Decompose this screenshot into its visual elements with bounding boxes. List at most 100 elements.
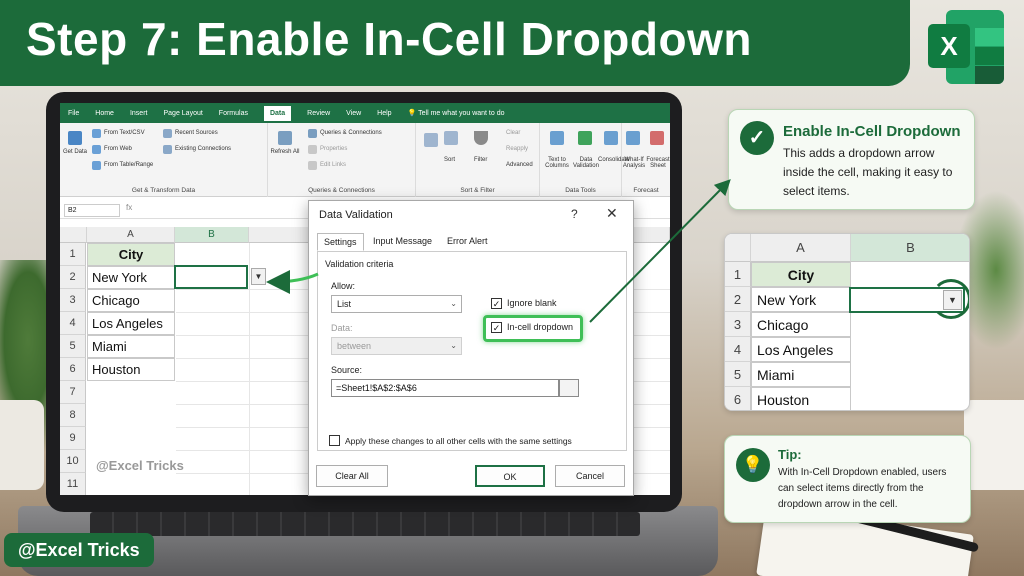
tab-data[interactable]: Data bbox=[263, 105, 292, 121]
row-header-6[interactable]: 6 bbox=[60, 358, 86, 381]
from-table-range-button[interactable]: From Table/Range bbox=[104, 162, 153, 168]
group-data-tools: Text to Columns Data Validation Consolid… bbox=[540, 123, 630, 197]
source-input[interactable]: =Sheet1!$A$2:$A$6 bbox=[331, 379, 559, 397]
clear-button[interactable]: Clear bbox=[506, 130, 520, 136]
group-queries: Refresh All Queries & Connections Proper… bbox=[268, 123, 416, 197]
column-header-a[interactable]: A bbox=[87, 227, 175, 243]
text-to-columns-button[interactable]: Text to Columns bbox=[540, 157, 574, 169]
from-web-button[interactable]: From Web bbox=[104, 146, 132, 152]
zoomed-sheet-preview: A B 1 2 3 4 5 6 City New York Chicago Lo… bbox=[724, 233, 970, 411]
help-icon[interactable]: ? bbox=[571, 207, 578, 221]
sort-button[interactable]: Sort bbox=[444, 157, 455, 163]
get-data-button[interactable]: Get Data bbox=[62, 149, 88, 155]
web-icon bbox=[92, 145, 101, 154]
existing-connections-button[interactable]: Existing Connections bbox=[175, 146, 231, 152]
validation-criteria-label: Validation criteria bbox=[325, 259, 394, 269]
tab-home[interactable]: Home bbox=[95, 110, 114, 117]
tab-help[interactable]: Help bbox=[377, 110, 391, 117]
data-validation-icon bbox=[578, 131, 592, 145]
mini-cell-a3: Chicago bbox=[751, 312, 851, 337]
data-validation-button[interactable]: Data Validation bbox=[572, 157, 600, 169]
advanced-button[interactable]: Advanced bbox=[506, 162, 533, 168]
row-header-1[interactable]: 1 bbox=[60, 243, 86, 266]
mini-row-4: 4 bbox=[725, 337, 751, 362]
row-header-8[interactable]: 8 bbox=[60, 404, 86, 427]
group-label-sort-filter: Sort & Filter bbox=[460, 187, 495, 194]
cell-b2-selected[interactable] bbox=[174, 265, 248, 289]
tell-me-label: Tell me what you want to do bbox=[418, 110, 505, 117]
clear-all-button[interactable]: Clear All bbox=[316, 465, 388, 487]
data-validation-dialog: Data Validation ? ✕ Settings Input Messa… bbox=[308, 200, 634, 496]
tab-insert[interactable]: Insert bbox=[130, 110, 148, 117]
filter-button[interactable]: Filter bbox=[474, 157, 487, 163]
select-all-corner[interactable] bbox=[60, 227, 87, 243]
fx-icon[interactable]: fx bbox=[126, 203, 132, 212]
apply-all-checkbox[interactable] bbox=[329, 435, 340, 446]
apply-all-label: Apply these changes to all other cells w… bbox=[345, 436, 572, 446]
close-icon[interactable]: ✕ bbox=[606, 205, 618, 222]
cancel-button[interactable]: Cancel bbox=[555, 465, 625, 487]
allow-label: Allow: bbox=[331, 281, 356, 291]
row-header-10[interactable]: 10 bbox=[60, 450, 86, 473]
row-header-5[interactable]: 5 bbox=[60, 335, 86, 358]
row-header-9[interactable]: 9 bbox=[60, 427, 86, 450]
data-label: Data: bbox=[331, 323, 353, 333]
tip-title: Tip: bbox=[778, 447, 802, 462]
refresh-all-button[interactable]: Refresh All bbox=[270, 149, 300, 155]
column-header-b[interactable]: B bbox=[175, 227, 249, 243]
tab-review[interactable]: Review bbox=[307, 110, 330, 117]
cell-a1-header[interactable]: City bbox=[87, 243, 175, 266]
row-header-4[interactable]: 4 bbox=[60, 312, 86, 335]
what-if-button[interactable]: What-If Analysis bbox=[622, 157, 646, 169]
recent-sources-button[interactable]: Recent Sources bbox=[175, 130, 218, 136]
name-box[interactable]: B2 bbox=[64, 204, 120, 217]
cell-a3[interactable]: Chicago bbox=[87, 289, 175, 312]
tab-page-layout[interactable]: Page Layout bbox=[163, 110, 202, 117]
forecast-sheet-button[interactable]: Forecast Sheet bbox=[646, 157, 670, 169]
dropdown-arrow-button[interactable]: ▼ bbox=[251, 268, 266, 285]
laptop-keyboard bbox=[90, 512, 640, 536]
what-if-icon bbox=[626, 131, 640, 145]
cell-a5[interactable]: Miami bbox=[87, 335, 175, 358]
sort-icon bbox=[444, 131, 458, 145]
row-header-11[interactable]: 11 bbox=[60, 473, 86, 495]
mini-cell-a4: Los Angeles bbox=[751, 337, 851, 362]
mini-row-1: 1 bbox=[725, 262, 751, 287]
tab-view[interactable]: View bbox=[346, 110, 361, 117]
reapply-button[interactable]: Reapply bbox=[506, 146, 528, 152]
from-text-csv-button[interactable]: From Text/CSV bbox=[104, 130, 145, 136]
properties-button[interactable]: Properties bbox=[320, 146, 347, 152]
filter-icon bbox=[474, 131, 488, 145]
consolidate-icon bbox=[604, 131, 618, 145]
tab-settings[interactable]: Settings bbox=[317, 233, 364, 251]
coffee-mug bbox=[964, 400, 1024, 490]
group-forecast: What-If Analysis Forecast Sheet Forecast bbox=[622, 123, 670, 197]
group-get-transform: Get Data From Text/CSV From Web From Tab… bbox=[60, 123, 268, 197]
cell-a6[interactable]: Houston bbox=[87, 358, 175, 381]
cell-a4[interactable]: Los Angeles bbox=[87, 312, 175, 335]
in-cell-dropdown-highlight bbox=[483, 315, 583, 342]
get-data-icon bbox=[68, 131, 82, 145]
data-select[interactable]: between ⌄ bbox=[331, 337, 462, 355]
edit-links-button[interactable]: Edit Links bbox=[320, 162, 346, 168]
tab-input-message[interactable]: Input Message bbox=[367, 233, 438, 251]
ok-button[interactable]: OK bbox=[475, 465, 545, 487]
dialog-title: Data Validation bbox=[319, 209, 393, 221]
tab-error-alert[interactable]: Error Alert bbox=[441, 233, 494, 251]
row-header-7[interactable]: 7 bbox=[60, 381, 86, 404]
tab-formulas[interactable]: Formulas bbox=[219, 110, 248, 117]
source-label: Source: bbox=[331, 365, 363, 375]
ignore-blank-checkbox[interactable]: ✓ bbox=[491, 298, 502, 309]
brand-badge: @Excel Tricks bbox=[4, 533, 154, 567]
allow-select[interactable]: List ⌄ bbox=[331, 295, 462, 313]
row-header-2[interactable]: 2 bbox=[60, 266, 86, 289]
queries-connections-button[interactable]: Queries & Connections bbox=[320, 130, 382, 136]
grid-vline bbox=[249, 243, 250, 495]
ribbon-data: Get Data From Text/CSV From Web From Tab… bbox=[60, 123, 670, 197]
tell-me-search[interactable]: 💡 Tell me what you want to do bbox=[408, 109, 505, 117]
row-header-3[interactable]: 3 bbox=[60, 289, 86, 312]
range-picker-icon[interactable] bbox=[559, 379, 579, 397]
mini-row-6: 6 bbox=[725, 387, 751, 410]
tab-file[interactable]: File bbox=[68, 110, 79, 117]
cell-a2[interactable]: New York bbox=[87, 266, 175, 289]
